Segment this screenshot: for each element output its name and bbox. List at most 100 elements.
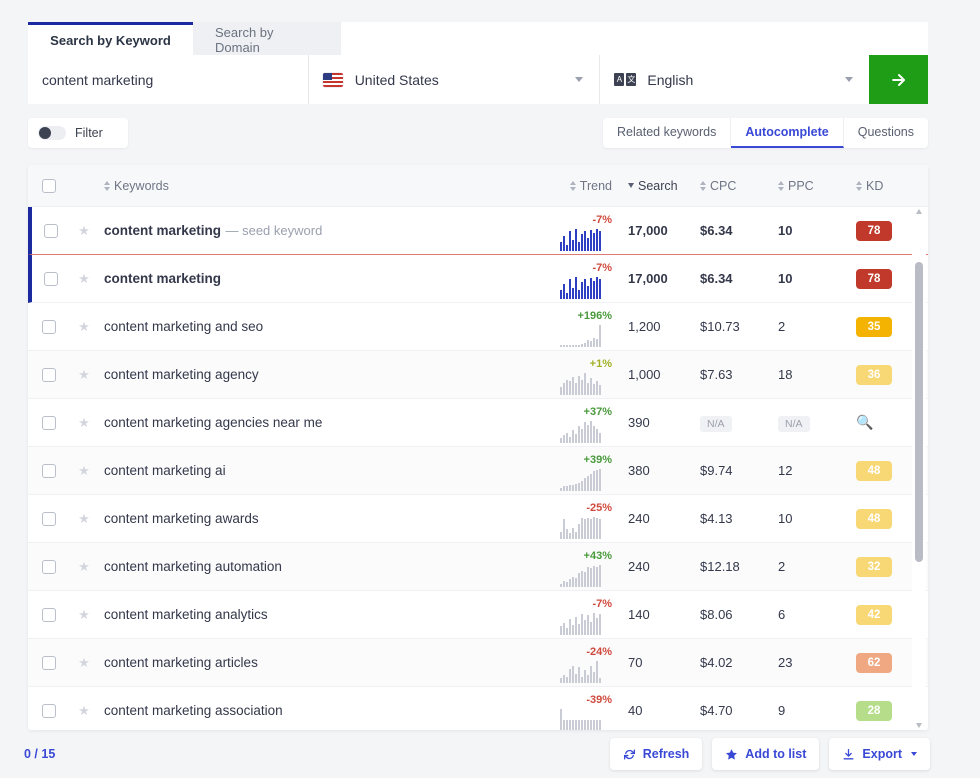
result-type-tabs: Related keywords Autocomplete Questions (603, 118, 928, 148)
favorite-star-icon[interactable]: ★ (78, 320, 90, 333)
ppc-value: 18 (778, 366, 793, 382)
selection-count: 0 / 15 (24, 747, 56, 761)
search-volume-cell: 240 (618, 558, 692, 576)
trend-sparkline (560, 324, 614, 347)
row-checkbox[interactable] (42, 415, 56, 430)
cpc-cell: $6.34 (692, 222, 770, 240)
tab-search-by-domain[interactable]: Search by Domain (193, 22, 341, 55)
cpc-cell: $8.06 (692, 606, 770, 624)
tab-search-by-keyword[interactable]: Search by Keyword (28, 22, 193, 55)
row-select-cell (28, 607, 70, 622)
export-button[interactable]: Export (829, 738, 930, 770)
cpc-value: $7.63 (700, 366, 733, 382)
ppc-value: 9 (778, 702, 786, 718)
table-row[interactable]: ★ content marketing articles -24% 70 $4.02 23… (28, 639, 928, 687)
filter-label: Filter (75, 126, 103, 140)
row-select-cell (28, 463, 70, 478)
table-row[interactable]: ★ content marketing automation +43% 240 $12.… (28, 543, 928, 591)
column-header-trend[interactable]: Trend (542, 179, 618, 193)
row-checkbox[interactable] (42, 655, 56, 670)
table-row[interactable]: ★ content marketing analytics -7% 140 $8.06 6… (28, 591, 928, 639)
filter-toggle[interactable]: Filter (28, 118, 128, 148)
column-header-cpc[interactable]: CPC (692, 179, 770, 193)
scroll-down-icon[interactable] (916, 723, 922, 728)
language-select[interactable]: A文 English (600, 55, 870, 104)
favorite-star-icon[interactable]: ★ (78, 464, 90, 477)
trend-sparkline (560, 708, 614, 730)
favorite-star-icon[interactable]: ★ (78, 272, 90, 285)
kd-badge: 48 (856, 508, 892, 529)
ppc-cell: 2 (770, 318, 848, 336)
tab-autocomplete[interactable]: Autocomplete (731, 118, 844, 148)
keyword-text: content marketing (104, 222, 222, 238)
add-to-list-button[interactable]: Add to list (712, 738, 820, 770)
select-all-checkbox[interactable] (42, 178, 56, 193)
row-checkbox[interactable] (42, 607, 56, 622)
column-header-ppc[interactable]: PPC (770, 179, 848, 193)
row-checkbox[interactable] (42, 559, 56, 574)
table-row[interactable]: ★ content marketing and seo +196% 1,200 $10.… (28, 303, 928, 351)
scroll-up-icon[interactable] (916, 209, 922, 214)
country-select[interactable]: United States (308, 55, 600, 104)
cpc-cell: $7.63 (692, 366, 770, 384)
table-row[interactable]: ★ content marketing agency +1% 1,000 $7.63 18… (28, 351, 928, 399)
sort-icon (856, 180, 862, 191)
row-star-cell: ★ (70, 464, 98, 477)
favorite-star-icon[interactable]: ★ (78, 608, 90, 621)
column-header-kd[interactable]: KD (848, 179, 928, 193)
search-icon[interactable]: 🔍 (856, 414, 873, 430)
tab-search-by-domain-label: Search by Domain (215, 25, 274, 55)
trend-sparkline (560, 660, 614, 683)
search-volume-cell: 240 (618, 510, 692, 528)
table-row[interactable]: ★ content marketing — seed keyword -7% 17,0… (28, 207, 928, 255)
row-checkbox[interactable] (42, 319, 56, 334)
table-row[interactable]: ★ content marketing association -39% 40 $4.7… (28, 687, 928, 730)
column-header-cpc-label: CPC (710, 178, 737, 193)
cpc-value: $4.02 (700, 654, 733, 670)
refresh-button[interactable]: Refresh (609, 738, 703, 770)
trend-percent: -24% (586, 645, 612, 658)
favorite-star-icon[interactable]: ★ (78, 560, 90, 573)
search-volume-cell: 70 (618, 654, 692, 672)
language-select-value: English (647, 71, 694, 88)
row-checkbox[interactable] (44, 223, 58, 238)
favorite-star-icon[interactable]: ★ (78, 416, 90, 429)
cpc-value: $9.74 (700, 462, 733, 478)
search-volume-value: 140 (628, 606, 650, 622)
row-star-cell: ★ (70, 368, 98, 381)
column-header-search[interactable]: Search (618, 179, 692, 193)
export-button-label: Export (862, 747, 902, 761)
table-row[interactable]: ★ content marketing agencies near me +37% 3… (28, 399, 928, 447)
keyword-input[interactable] (28, 55, 308, 104)
favorite-star-icon[interactable]: ★ (78, 512, 90, 525)
favorite-star-icon[interactable]: ★ (78, 368, 90, 381)
favorite-star-icon[interactable]: ★ (78, 656, 90, 669)
trend-cell: -25% (542, 495, 618, 543)
kd-badge: 28 (856, 700, 892, 721)
keyword-text: content marketing (104, 270, 222, 286)
column-header-keywords[interactable]: Keywords (98, 179, 542, 193)
table-row[interactable]: ★ content marketing -7% 17,000 $6.34 10 78 (28, 255, 928, 303)
trend-cell: -7% (542, 255, 618, 303)
search-submit-button[interactable] (869, 55, 928, 104)
cpc-cell: $9.74 (692, 462, 770, 480)
scrollbar-thumb[interactable] (915, 262, 923, 562)
trend-sparkline (560, 372, 614, 395)
row-checkbox[interactable] (42, 511, 56, 526)
row-checkbox[interactable] (44, 271, 58, 286)
search-volume-value: 240 (628, 558, 650, 574)
table-row[interactable]: ★ content marketing awards -25% 240 $4.13 10 4… (28, 495, 928, 543)
row-checkbox[interactable] (42, 463, 56, 478)
cpc-value: $10.73 (700, 318, 740, 334)
kd-badge: 78 (856, 268, 892, 289)
row-checkbox[interactable] (42, 367, 56, 382)
tab-questions[interactable]: Questions (844, 118, 928, 148)
favorite-star-icon[interactable]: ★ (78, 224, 90, 237)
trend-percent: +43% (583, 549, 612, 562)
favorite-star-icon[interactable]: ★ (78, 704, 90, 717)
table-row[interactable]: ★ content marketing ai +39% 380 $9.74 12 48 (28, 447, 928, 495)
table-scrollbar[interactable] (912, 207, 926, 730)
trend-sparkline (560, 468, 614, 491)
tab-related-keywords[interactable]: Related keywords (603, 118, 732, 148)
row-checkbox[interactable] (42, 703, 56, 718)
